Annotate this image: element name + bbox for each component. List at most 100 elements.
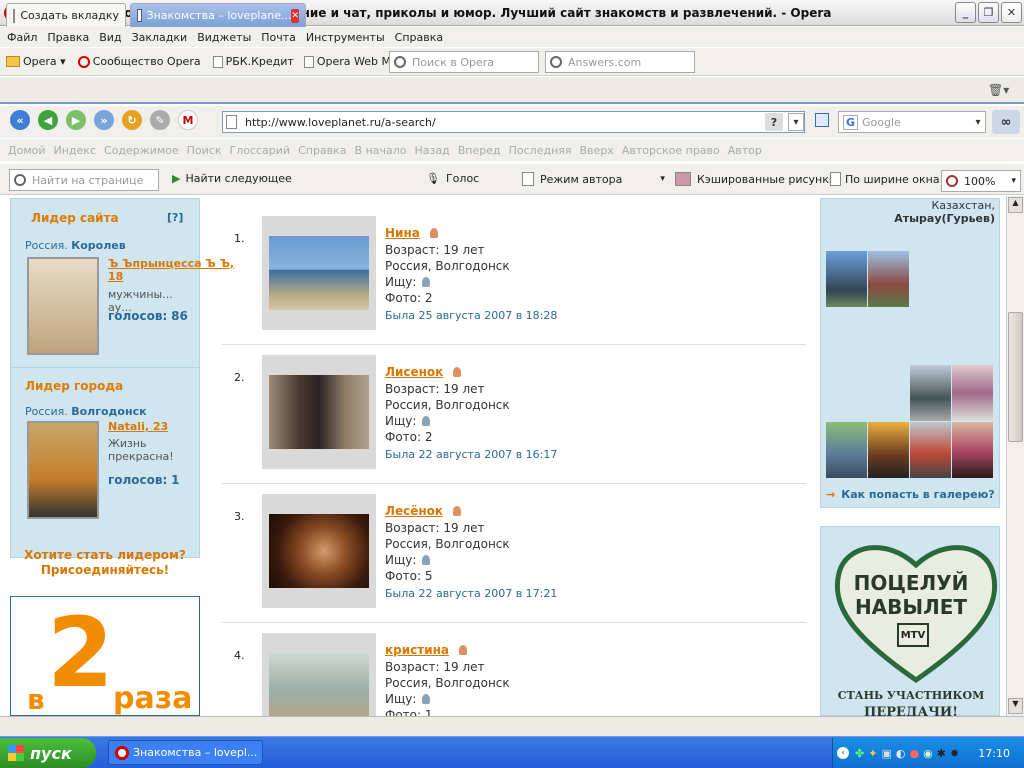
trash-icon[interactable]: 🗑▾ xyxy=(988,83,1009,97)
cached-images-button[interactable]: Кэшированные рисунки xyxy=(675,172,836,186)
reload-icon[interactable]: ↻ xyxy=(122,110,142,130)
result-photo[interactable] xyxy=(262,633,376,716)
author-mode-button[interactable]: Режим автора ▾ xyxy=(522,172,665,186)
gallery-link[interactable]: → Как попасть в галерею? xyxy=(826,488,995,501)
link-glossary[interactable]: Глоссарий xyxy=(229,144,290,157)
result-name[interactable]: Нина xyxy=(385,226,420,240)
result-photo[interactable] xyxy=(262,494,376,608)
gallery-photo[interactable] xyxy=(910,365,951,421)
scroll-down-icon[interactable]: ▼ xyxy=(1008,698,1023,714)
scroll-up-icon[interactable]: ▲ xyxy=(1008,197,1023,213)
link-prev[interactable]: Назад xyxy=(415,144,450,157)
gallery-photo[interactable] xyxy=(910,422,951,478)
menu-bookmarks[interactable]: Закладки xyxy=(132,31,188,44)
menu-mail[interactable]: Почта xyxy=(261,31,296,44)
link-author[interactable]: Автор xyxy=(728,144,762,157)
menu-file[interactable]: Файл xyxy=(7,31,37,44)
link-next[interactable]: Вперед xyxy=(458,144,501,157)
taskbar-item-opera[interactable]: Знакомства – lovepl... xyxy=(108,740,263,765)
gallery-photo[interactable] xyxy=(868,251,909,307)
fast-forward-icon[interactable]: » xyxy=(94,110,114,130)
start-button[interactable]: пуск xyxy=(0,738,96,768)
gallery-photo[interactable] xyxy=(826,251,867,307)
rewind-icon[interactable]: « xyxy=(10,110,30,130)
leader1-name[interactable]: Ъ Ъпрынцесса Ъ Ъ, 18 xyxy=(108,257,238,283)
search-dropdown-icon[interactable]: ▾ xyxy=(970,113,986,131)
menu-view[interactable]: Вид xyxy=(99,31,121,44)
find-next-button[interactable]: ▶ Найти следующее xyxy=(172,172,292,185)
cta-line2[interactable]: Присоединяйтесь! xyxy=(11,563,199,577)
gallery-photo[interactable] xyxy=(952,422,993,478)
link-home[interactable]: Домой xyxy=(8,144,46,157)
gallery-photo[interactable] xyxy=(952,365,993,421)
new-tab-button[interactable]: Создать вкладку xyxy=(6,3,126,27)
find-in-page-field[interactable]: Найти на странице xyxy=(9,169,159,191)
result-photo[interactable] xyxy=(262,216,376,330)
google-search-field[interactable]: G Google xyxy=(838,111,986,133)
link-last[interactable]: Последняя xyxy=(509,144,572,157)
close-button[interactable]: ✕ xyxy=(1001,2,1022,23)
vertical-scrollbar[interactable]: ▲ ▼ xyxy=(1006,196,1024,716)
antivirus-icon[interactable]: ● xyxy=(909,747,919,760)
close-tab-icon[interactable]: ✕ xyxy=(291,8,299,23)
scroll-thumb[interactable] xyxy=(1008,312,1023,442)
help-icon[interactable]: ? xyxy=(765,113,783,131)
result-photo[interactable] xyxy=(262,355,376,469)
result-name[interactable]: кристина xyxy=(385,643,449,657)
cta-line1[interactable]: Хотите стать лидером? xyxy=(11,548,199,562)
clover-icon[interactable]: ✤ xyxy=(855,747,864,760)
link-up[interactable]: Вверх xyxy=(580,144,614,157)
volume-icon[interactable]: ◐ xyxy=(896,747,906,760)
play-icon: ▶ xyxy=(172,172,181,185)
mtv-ad-banner[interactable]: ПОЦЕЛУЙ НАВЫЛЕТ MTV СТАНЬ УЧАСТНИКОМ ПЕР… xyxy=(820,526,1000,716)
tools-icon[interactable]: ✦ xyxy=(868,747,877,760)
answers-search-field[interactable]: Answers.com xyxy=(545,51,695,73)
security-icon[interactable]: ◉ xyxy=(923,747,933,760)
result-name[interactable]: Лисенок xyxy=(385,365,443,379)
link-top[interactable]: В начало xyxy=(355,144,407,157)
link-help[interactable]: Справка xyxy=(298,144,346,157)
rss-icon[interactable] xyxy=(815,113,829,127)
minimize-button[interactable]: _ xyxy=(955,2,976,23)
link-search[interactable]: Поиск xyxy=(187,144,222,157)
forward-icon[interactable]: ▶ xyxy=(66,110,86,130)
link-index[interactable]: Индекс xyxy=(54,144,97,157)
leader1-photo[interactable] xyxy=(27,257,99,355)
chevron-left-icon[interactable]: ‹ xyxy=(837,747,849,759)
link-contents[interactable]: Содержимое xyxy=(104,144,179,157)
result-name[interactable]: Лесёнок xyxy=(385,504,443,518)
bookmark-opera-community[interactable]: Сообщество Opera xyxy=(77,55,201,68)
address-dropdown-icon[interactable]: ▾ xyxy=(788,113,804,131)
menu-help[interactable]: Справка xyxy=(395,31,443,44)
menu-widgets[interactable]: Виджеты xyxy=(197,31,251,44)
maximize-button[interactable]: ❐ xyxy=(978,2,999,23)
gallery-photo[interactable] xyxy=(826,422,867,478)
link-copyright[interactable]: Авторское право xyxy=(622,144,720,157)
opera-logo-icon xyxy=(115,746,129,760)
help-link[interactable]: [?] xyxy=(167,211,183,224)
menu-tools[interactable]: Инструменты xyxy=(306,31,385,44)
bug-icon[interactable]: ✸ xyxy=(950,747,959,760)
menu-edit[interactable]: Правка xyxy=(47,31,89,44)
leader2-photo[interactable] xyxy=(27,421,99,519)
address-bar[interactable]: http://www.loveplanet.ru/a-search/ xyxy=(222,111,805,133)
bookmark-opera[interactable]: Opera ▾ xyxy=(6,55,66,68)
opera-search-field[interactable]: Поиск в Opera xyxy=(389,51,539,73)
leader2-name[interactable]: Natali, 23 xyxy=(108,420,168,433)
bookmark-rbk[interactable]: РБК.Кредит xyxy=(212,55,294,68)
promo-banner[interactable]: в 2 раза xyxy=(10,596,200,716)
network-icon[interactable]: ▣ xyxy=(881,747,891,760)
mail-icon[interactable]: M xyxy=(178,110,198,130)
back-icon[interactable]: ◀ xyxy=(38,110,58,130)
voice-button[interactable]: 🎙 Голос xyxy=(426,172,479,185)
zoom-selector[interactable]: 100% ▾ xyxy=(941,170,1021,192)
chevron-down-icon: ▾ xyxy=(1011,176,1016,186)
edit-icon[interactable]: ✎ xyxy=(150,110,170,130)
fit-width-button[interactable]: По ширине окна xyxy=(830,172,940,186)
tab-active[interactable]: Знакомства – loveplane... ✕ xyxy=(130,3,306,27)
zoom-glasses-icon[interactable]: ∞ xyxy=(992,110,1020,134)
new-tab-icon xyxy=(13,8,16,23)
gallery-photo[interactable] xyxy=(868,422,909,478)
leader2-votes: голосов: 1 xyxy=(108,473,180,487)
status-icon[interactable]: ✱ xyxy=(937,747,946,760)
